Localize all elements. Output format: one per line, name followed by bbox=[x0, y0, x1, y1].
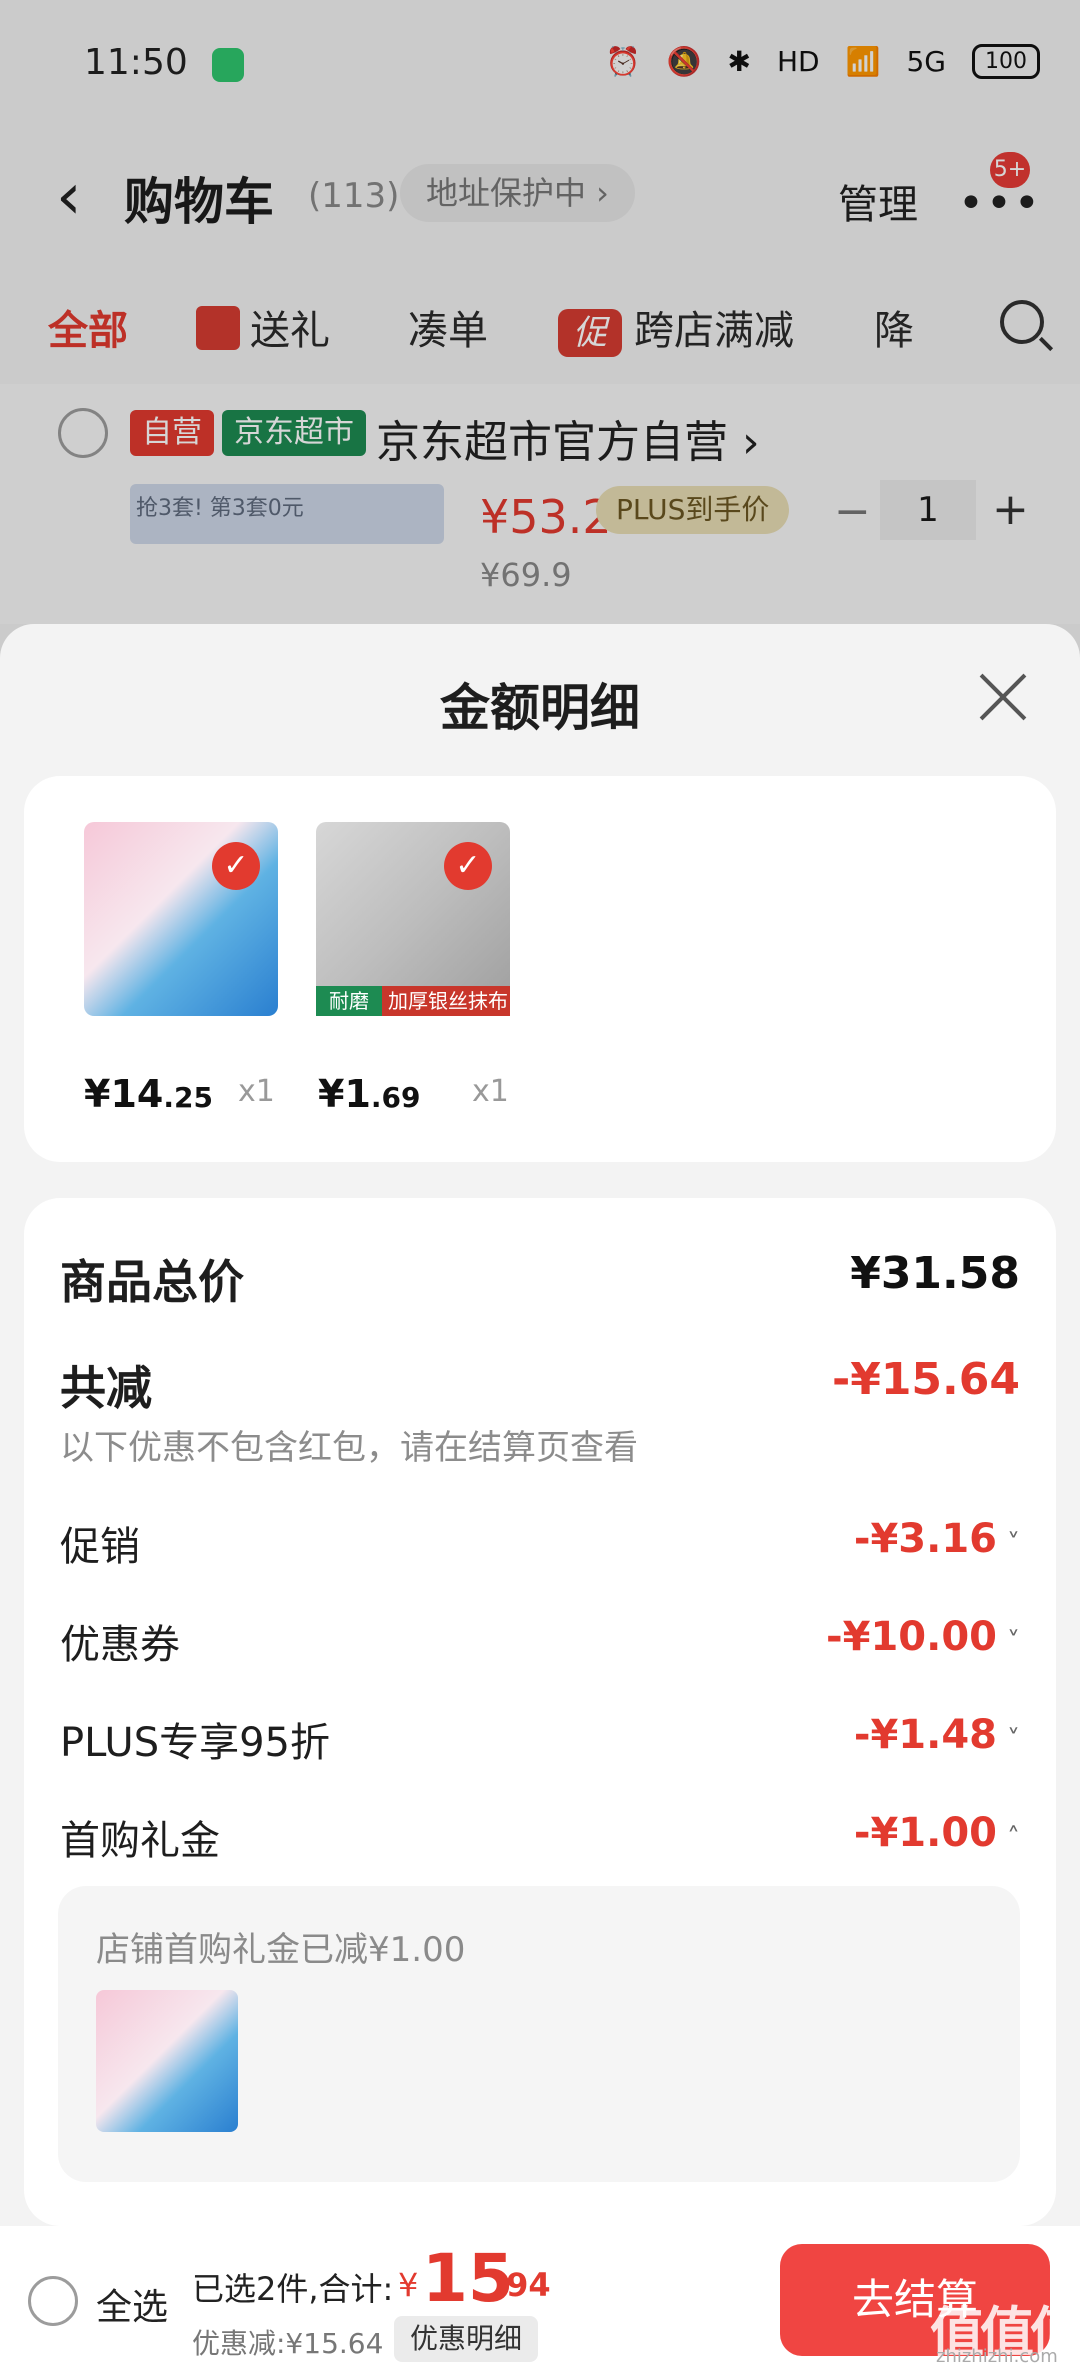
promo-row[interactable]: -¥3.16 ˅ bbox=[854, 1516, 1020, 1562]
item-price-dec: .25 bbox=[163, 1081, 213, 1114]
item-qty: x1 bbox=[472, 1074, 509, 1109]
item-price-dec: .69 bbox=[370, 1081, 421, 1114]
discount-detail-button[interactable]: 优惠明细 bbox=[394, 2316, 539, 2362]
reduce-label: 共减 bbox=[60, 1361, 152, 1415]
first-buy-product-image[interactable] bbox=[96, 1990, 238, 2132]
first-buy-value: -¥1.00 bbox=[853, 1810, 997, 1856]
item-qty: x1 bbox=[238, 1074, 275, 1109]
item-price: ¥1.69 bbox=[318, 1072, 421, 1116]
plus-label: PLUS专享95折 bbox=[60, 1720, 330, 1766]
total-label: 商品总价 bbox=[60, 1255, 244, 1309]
reduce-value: -¥15.64 bbox=[831, 1354, 1020, 1405]
first-buy-row[interactable]: -¥1.00 ˄ bbox=[854, 1810, 1020, 1856]
select-all-radio[interactable] bbox=[28, 2276, 78, 2326]
coupon-value: -¥10.00 bbox=[826, 1614, 997, 1660]
chevron-down-icon: ˅ bbox=[1007, 1627, 1020, 1657]
chevron-down-icon: ˅ bbox=[1007, 1529, 1020, 1559]
chevron-up-icon: ˄ bbox=[1007, 1823, 1020, 1853]
checked-icon: ✓ bbox=[444, 842, 492, 890]
selected-summary: 已选2件,合计: bbox=[192, 2270, 394, 2308]
coupon-row[interactable]: -¥10.00 ˅ bbox=[826, 1614, 1020, 1660]
coupon-label: 优惠券 bbox=[60, 1622, 180, 1668]
close-icon[interactable] bbox=[978, 672, 1028, 722]
chevron-down-icon: ˅ bbox=[1007, 1725, 1020, 1755]
watermark-url: zhizhizhi.com bbox=[936, 2346, 1058, 2367]
plus-row[interactable]: -¥1.48 ˅ bbox=[854, 1712, 1020, 1758]
sheet-title: 金额明细 bbox=[440, 679, 640, 737]
first-buy-detail-text: 店铺首购礼金已减¥1.00 bbox=[96, 1930, 466, 1970]
total-amount-dec: .94 bbox=[494, 2266, 551, 2304]
product-badge: 耐磨 bbox=[316, 986, 382, 1016]
discount-text: 优惠减:¥15.64 bbox=[192, 2327, 384, 2360]
select-all-label[interactable]: 全选 bbox=[96, 2278, 168, 2330]
plus-value: -¥1.48 bbox=[853, 1712, 997, 1758]
item-price: ¥14.25 bbox=[84, 1072, 213, 1116]
promo-value: -¥3.16 bbox=[853, 1516, 997, 1562]
note-text: 以下优惠不包含红包，请在结算页查看 bbox=[60, 1428, 638, 1468]
total-value: ¥31.58 bbox=[850, 1248, 1020, 1299]
item-price-int: ¥14 bbox=[84, 1072, 164, 1116]
total-currency: ¥ bbox=[398, 2266, 419, 2304]
product-band-text: 加厚银丝抹布 bbox=[388, 989, 508, 1013]
item-price-int: ¥1 bbox=[318, 1072, 371, 1116]
promo-label: 促销 bbox=[60, 1524, 140, 1570]
checked-icon: ✓ bbox=[212, 842, 260, 890]
first-buy-label: 首购礼金 bbox=[60, 1818, 220, 1864]
